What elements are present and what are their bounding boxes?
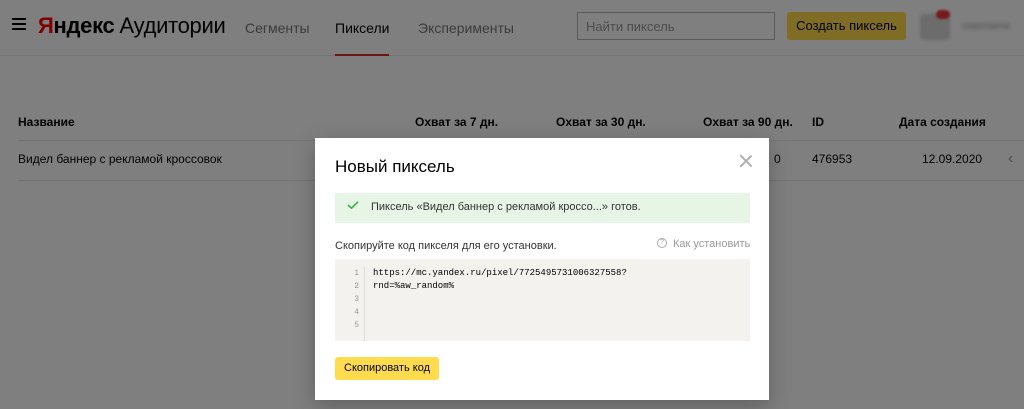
copy-code-button[interactable]: Скопировать код [335,357,439,380]
success-message: Пиксель «Видел баннер с рекламой кроссо.… [335,193,750,223]
copy-hint: Скопируйте код пикселя для его установки… [335,240,557,252]
dialog-title: Новый пиксель [335,157,455,176]
checkmark-icon [347,201,359,209]
line-number: 1 [354,269,359,278]
close-icon[interactable] [739,154,753,168]
line-number: 5 [354,321,359,330]
line-number-gutter: 1 2 3 4 5 [335,267,365,341]
success-text: Пиксель «Видел баннер с рекламой кроссо.… [371,201,641,213]
how-to-install-link[interactable]: ? Как установить [657,238,750,250]
question-icon: ? [657,238,667,249]
line-number: 4 [354,308,359,317]
code-line: https://mc.yandex.ru/pixel/7725495731006… [373,268,627,278]
line-number: 2 [354,282,359,291]
new-pixel-dialog: Новый пиксель Пиксель «Видел баннер с ре… [315,138,769,400]
how-to-install-label: Как установить [673,238,751,250]
code-line: rnd=%aw_random% [373,281,455,291]
pixel-code-editor[interactable]: 1 2 3 4 5 https://mc.yandex.ru/pixel/772… [335,259,750,341]
line-number: 3 [354,295,359,304]
